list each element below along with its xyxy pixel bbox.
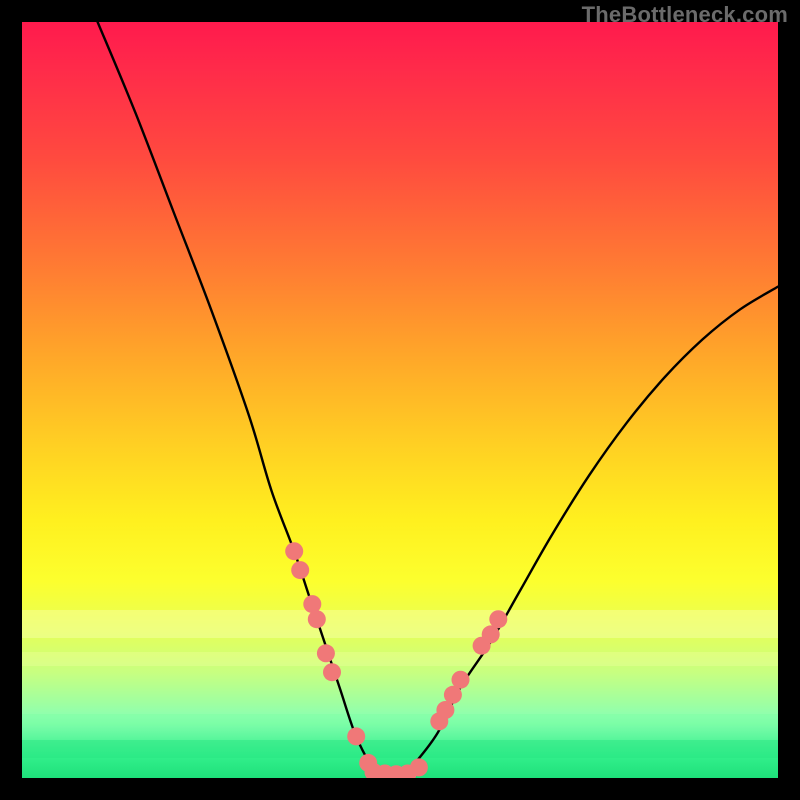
plot-area [22,22,778,778]
curve-layer [22,22,778,778]
attribution-label: TheBottleneck.com [582,2,788,28]
data-markers [285,542,507,778]
data-marker [323,663,341,681]
data-marker [489,610,507,628]
data-marker [317,644,335,662]
data-marker [347,727,365,745]
data-marker [285,542,303,560]
data-marker [452,671,470,689]
data-marker [308,610,326,628]
chart-frame: TheBottleneck.com [0,0,800,800]
data-marker [291,561,309,579]
bottleneck-curve [98,22,778,778]
data-marker [410,758,428,776]
